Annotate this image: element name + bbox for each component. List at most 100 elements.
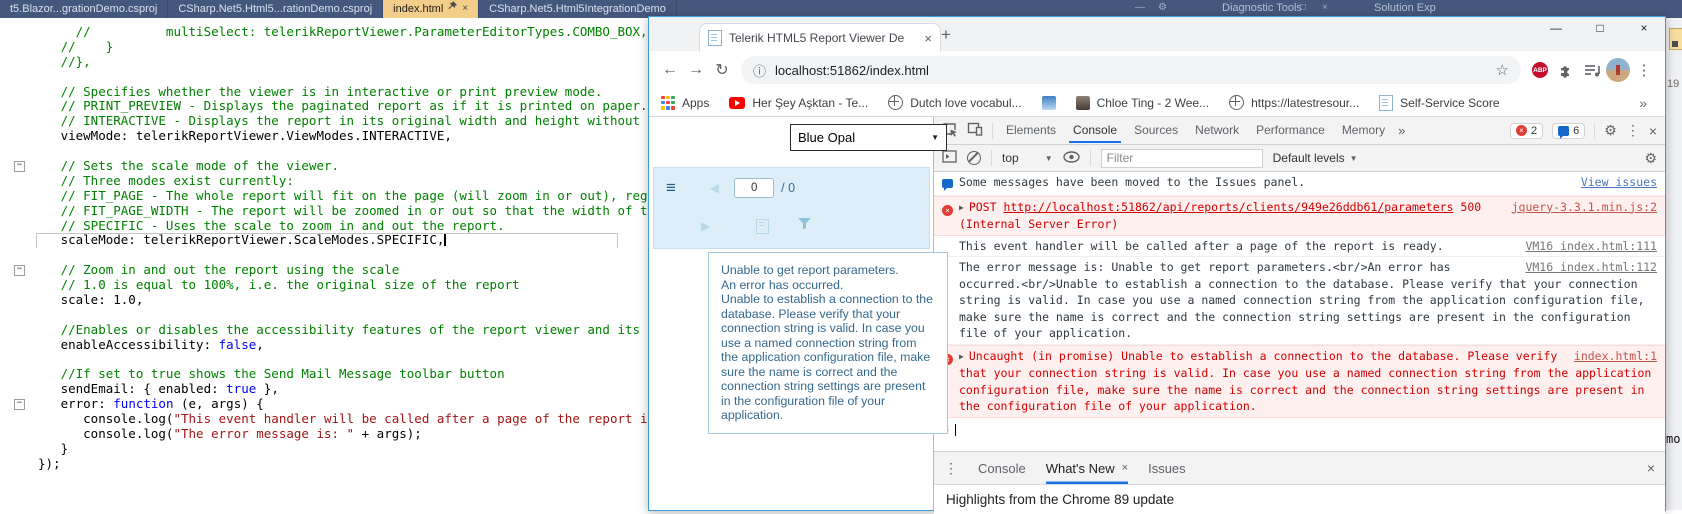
drawer-tab-console[interactable]: Console — [978, 453, 1026, 484]
console-message[interactable]: VM16 index.html:111This event handler wi… — [934, 236, 1665, 258]
console-prompt[interactable]: > — [934, 418, 1665, 443]
fold-collapse-icon[interactable]: − — [14, 161, 25, 172]
dt-tab-elements[interactable]: Elements — [1002, 118, 1060, 143]
fold-collapse-icon[interactable]: − — [14, 399, 25, 410]
console-source-link[interactable]: VM16 index.html:111 — [1525, 238, 1657, 255]
viewer-menu-icon[interactable]: ≡ — [666, 178, 676, 198]
expand-triangle-icon[interactable]: ▶ — [959, 349, 964, 366]
dt-eye-icon[interactable] — [1063, 151, 1080, 166]
vs-tab-label: CSharp.Net5.Html5...rationDemo.csproj — [178, 0, 372, 18]
bookmark-item[interactable]: Dutch love vocabul... — [888, 95, 1021, 110]
new-tab-button[interactable]: + — [941, 25, 951, 45]
vs-tab[interactable]: index.html× — [383, 0, 479, 18]
bookmark-item[interactable]: https://latestresour... — [1229, 95, 1359, 110]
fold-collapse-icon[interactable]: − — [14, 265, 25, 276]
profile-avatar[interactable] — [1606, 58, 1630, 82]
code-text: "The error message is: " — [173, 427, 354, 441]
drawer-tab-what-s-new[interactable]: What's New× — [1046, 453, 1128, 484]
vs-close-icon[interactable]: × — [1322, 0, 1328, 16]
console-output[interactable]: View issuesSome messages have been moved… — [934, 172, 1665, 451]
dt-levels-select[interactable]: Default levels▼ — [1273, 151, 1358, 165]
code-text: false — [219, 338, 257, 352]
console-message-text: View issuesSome messages have been moved… — [959, 174, 1657, 193]
dt-tab-sources[interactable]: Sources — [1130, 118, 1182, 143]
bookmark-star-icon[interactable]: ☆ — [1496, 61, 1509, 79]
dt-context-select[interactable]: top▼ — [1002, 151, 1053, 165]
address-bar[interactable]: ⓘ localhost:51862/index.html ☆ — [741, 56, 1521, 84]
whats-new-close-icon[interactable]: × — [1122, 453, 1128, 484]
bookmark-item[interactable] — [1042, 96, 1056, 110]
code-text: scale: 1.0, — [38, 293, 143, 307]
dt-menu-icon[interactable]: ⋮ — [1626, 122, 1640, 139]
dt-more-tabs-icon[interactable]: » — [1398, 123, 1405, 138]
back-button[interactable]: ← — [657, 61, 683, 79]
bookmark-item[interactable]: Self-Service Score — [1379, 95, 1499, 111]
dt-sidebar-toggle-icon[interactable] — [942, 150, 957, 166]
request-url-link[interactable]: http://localhost:51862/api/reports/clien… — [1003, 200, 1453, 214]
browser-tab[interactable]: Telerik HTML5 Report Viewer De × — [699, 23, 941, 52]
drawer-menu-icon[interactable]: ⋮ — [944, 460, 958, 477]
dt-filter-input[interactable]: Filter — [1101, 149, 1263, 168]
vs-restore-icon[interactable]: □ — [1300, 0, 1306, 16]
document-map-icon[interactable] — [756, 219, 769, 234]
minimize-button[interactable]: — — [1549, 21, 1563, 35]
dt-close-icon[interactable]: × — [1649, 123, 1657, 139]
code-text: // Three modes exist currently: — [38, 174, 294, 188]
page-number-input[interactable]: 0 — [734, 178, 774, 198]
bookmark-item[interactable]: Her Şey Aşktan - Te... — [729, 96, 868, 110]
bookmarks-overflow-icon[interactable]: » — [1639, 95, 1653, 111]
dt-tab-memory[interactable]: Memory — [1338, 118, 1389, 143]
browser-menu-icon[interactable]: ⋮ — [1631, 61, 1657, 79]
view-issues-link[interactable]: View issues — [1581, 174, 1657, 191]
code-text: }, — [256, 382, 279, 396]
reading-list-icon[interactable] — [1579, 63, 1605, 78]
bookmark-item[interactable]: Apps — [661, 96, 709, 110]
youtube-icon — [729, 97, 745, 109]
dt-message-badge[interactable]: 6 — [1552, 123, 1585, 139]
forward-button[interactable]: → — [683, 61, 709, 79]
prev-page-icon[interactable]: ◀ — [710, 181, 719, 195]
vs-tab[interactable]: CSharp.Net5.Html5...rationDemo.csproj — [168, 0, 383, 18]
page-info-icon[interactable]: ⓘ — [753, 61, 766, 80]
devtools-console-toolbar: top▼ Filter Default levels▼ ⚙ — [934, 145, 1665, 172]
dt-tab-performance[interactable]: Performance — [1252, 118, 1329, 143]
bookmark-label: Self-Service Score — [1400, 96, 1499, 110]
drawer-tab-issues[interactable]: Issues — [1148, 453, 1186, 484]
console-message[interactable]: View issuesSome messages have been moved… — [934, 172, 1665, 196]
expand-triangle-icon[interactable]: ▶ — [959, 200, 964, 217]
tab-close-icon[interactable]: × — [462, 0, 468, 18]
maximize-button[interactable]: □ — [1593, 21, 1607, 35]
dt-clear-console-icon[interactable] — [967, 151, 981, 165]
code-text: // multiSelect: telerikReportViewer.Para… — [38, 25, 648, 39]
extensions-puzzle-icon[interactable] — [1553, 62, 1579, 78]
dt-tab-console[interactable]: Console — [1069, 118, 1121, 143]
dt-console-settings-icon[interactable]: ⚙ — [1644, 150, 1657, 167]
code-text: error: — [38, 397, 113, 411]
dt-error-badge[interactable]: × 2 — [1510, 123, 1543, 139]
vs-gear-icon[interactable]: ⚙ — [1158, 0, 1167, 16]
code-text: //Enables or disables the accessibility … — [38, 323, 715, 337]
bookmark-item[interactable]: Chloe Ting - 2 Wee... — [1076, 96, 1210, 110]
dt-device-toolbar-icon[interactable] — [967, 121, 983, 140]
reload-button[interactable]: ↻ — [709, 60, 735, 80]
tab-close-icon[interactable]: × — [924, 31, 932, 46]
parameters-funnel-icon[interactable] — [797, 217, 812, 235]
adblock-icon[interactable]: ABP — [1532, 62, 1548, 78]
drawer-tab-label: Console — [978, 453, 1026, 484]
console-message[interactable]: ×jquery-3.3.1.min.js:2▶POST http://local… — [934, 196, 1665, 236]
console-source-link[interactable]: jquery-3.3.1.min.js:2 — [1512, 199, 1657, 216]
dt-tab-network[interactable]: Network — [1191, 118, 1243, 143]
drawer-close-icon[interactable]: × — [1647, 460, 1655, 476]
theme-select[interactable]: Blue Opal ▼ — [790, 124, 947, 151]
console-message[interactable]: ×index.html:1▶Uncaught (in promise) Unab… — [934, 345, 1665, 418]
vs-minimize-icon[interactable]: — — [1135, 0, 1145, 16]
code-text: (e, args) { — [173, 397, 263, 411]
pin-icon[interactable] — [448, 0, 457, 18]
console-message[interactable]: VM16 index.html:112The error message is:… — [934, 257, 1665, 345]
console-source-link[interactable]: index.html:1 — [1574, 348, 1657, 365]
console-source-link[interactable]: VM16 index.html:112 — [1525, 259, 1657, 276]
next-page-icon[interactable]: ▶ — [701, 219, 710, 233]
dt-settings-icon[interactable]: ⚙ — [1604, 122, 1617, 139]
vs-tab[interactable]: t5.Blazor...grationDemo.csproj — [0, 0, 168, 18]
close-button[interactable]: × — [1637, 21, 1651, 35]
